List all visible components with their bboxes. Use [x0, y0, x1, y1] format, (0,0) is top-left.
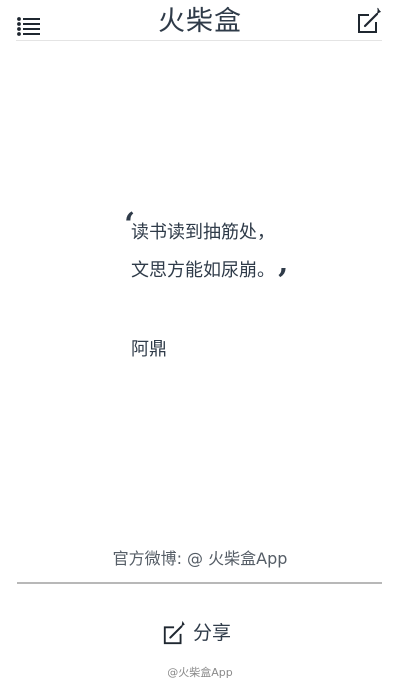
share-label: 分享: [193, 622, 232, 644]
compose-button[interactable]: [356, 6, 384, 34]
quote-line: 文思方能如尿崩。: [131, 260, 275, 281]
share-edit-icon: [163, 620, 185, 645]
watermark: @火柴盒App: [167, 666, 233, 679]
header-divider: [16, 40, 382, 41]
weibo-credit: 官方微博: @ 火柴盒App: [112, 549, 288, 568]
app-title: 火柴盒: [158, 6, 242, 37]
quote-line: 读书读到抽筋处，: [131, 222, 275, 243]
quote-author: 阿鼎: [131, 339, 167, 360]
share-button[interactable]: 分享: [162, 617, 242, 647]
footer-divider: [17, 582, 382, 584]
app-header: 火柴盒: [0, 0, 400, 42]
close-quote-mark: ’: [277, 261, 289, 299]
compose-edit-icon: [358, 7, 381, 33]
quote-card: ‘ 读书读到抽筋处， 文思方能如尿崩。 ’ 阿鼎: [120, 208, 340, 388]
